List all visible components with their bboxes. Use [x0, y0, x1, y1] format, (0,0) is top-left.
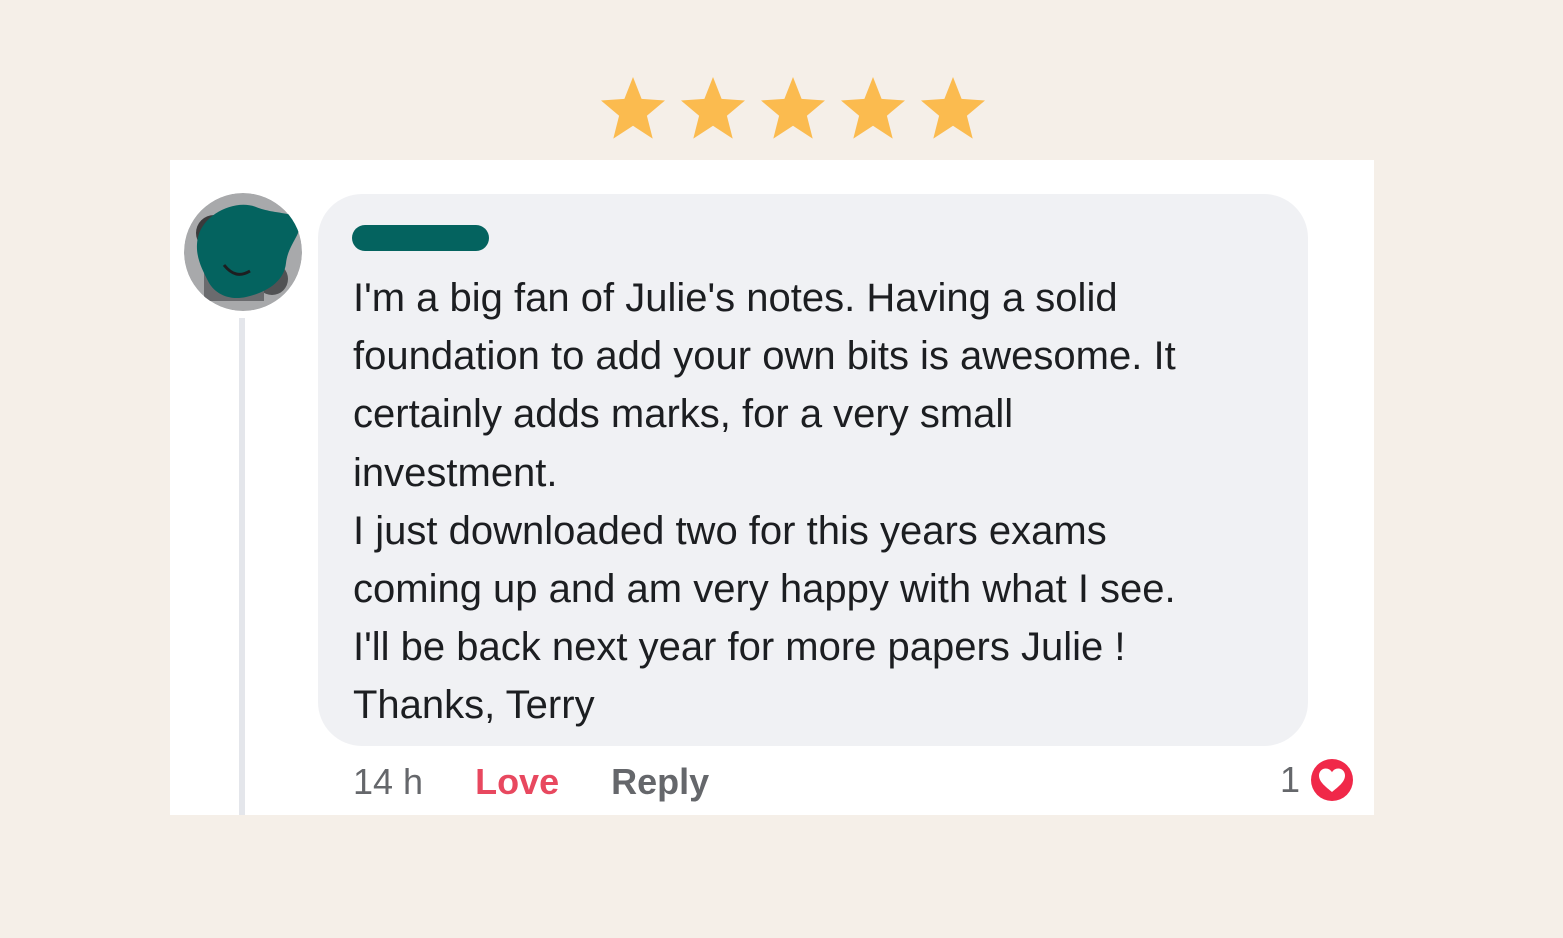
- reaction-summary[interactable]: 1: [1280, 755, 1356, 805]
- reaction-count: 1: [1280, 759, 1301, 800]
- comment-line: investment.: [353, 450, 558, 495]
- redacted-avatar-icon: [184, 193, 302, 311]
- rating-stars: [598, 74, 998, 146]
- comment-line: certainly adds marks, for a very small: [353, 392, 1014, 437]
- heart-reaction-icon: [1308, 756, 1356, 804]
- comment-line: coming up and am very happy with what I …: [353, 567, 1176, 612]
- reply-button[interactable]: Reply: [611, 761, 709, 803]
- love-button[interactable]: Love: [475, 761, 559, 803]
- star-icon: [758, 74, 828, 144]
- star-icon: [918, 74, 988, 144]
- author-name-redaction[interactable]: [352, 223, 489, 253]
- avatar[interactable]: [184, 193, 302, 311]
- star-icon: [678, 74, 748, 144]
- thread-line: [239, 318, 245, 815]
- comment-line: I just downloaded two for this years exa…: [353, 508, 1107, 553]
- comment-card: I'm a big fan of Julie's notes. Having a…: [170, 160, 1374, 815]
- comment-line: Thanks, Terry: [353, 683, 595, 728]
- comment-text: I'm a big fan of Julie's notes. Having a…: [353, 269, 1176, 735]
- comment-line: I'm a big fan of Julie's notes. Having a…: [353, 276, 1118, 320]
- comment-bubble: I'm a big fan of Julie's notes. Having a…: [318, 194, 1308, 746]
- timestamp[interactable]: 14 h: [353, 761, 423, 803]
- star-icon: [838, 74, 908, 144]
- comment-line: foundation to add your own bits is aweso…: [353, 334, 1176, 379]
- comment-actions: 14 h Love Reply: [353, 758, 709, 806]
- comment-line: I'll be back next year for more papers J…: [353, 625, 1126, 670]
- star-icon: [598, 74, 668, 144]
